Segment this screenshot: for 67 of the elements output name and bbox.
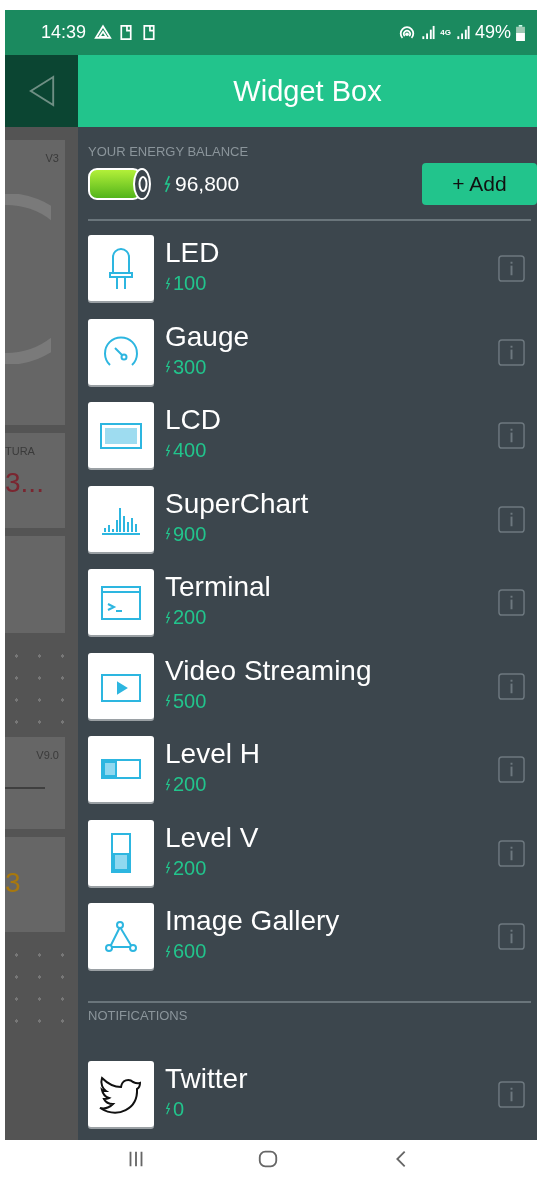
drive-icon — [94, 24, 113, 41]
widget-price: 200 — [173, 772, 207, 796]
battery-percent: 49% — [474, 22, 511, 43]
energy-battery-icon — [88, 167, 152, 201]
signal-icon — [455, 25, 470, 40]
add-energy-button[interactable]: + Add — [422, 163, 537, 205]
widget-name: Gauge — [165, 320, 251, 353]
bolt-icon — [165, 777, 171, 791]
screen-title: Widget Box — [233, 74, 382, 108]
gauge-widget-tile[interactable] — [88, 318, 154, 385]
widget-price: 0 — [173, 1096, 185, 1121]
bolt-icon — [165, 694, 171, 707]
info-icon[interactable] — [498, 923, 525, 950]
bolt-icon — [165, 610, 171, 624]
home-icon[interactable] — [257, 1149, 280, 1169]
info-icon[interactable] — [498, 422, 525, 449]
widget-name: LED — [165, 237, 221, 269]
widget-name: Level V — [165, 821, 260, 854]
bolt-icon — [165, 276, 171, 290]
bolt-icon — [165, 944, 171, 958]
info-icon[interactable] — [498, 589, 525, 616]
info-icon[interactable] — [498, 672, 525, 700]
signal-icon — [421, 25, 436, 40]
status-time: 14:39 — [41, 22, 87, 43]
bolt-icon — [165, 1102, 171, 1115]
network-type: 4G — [440, 28, 451, 37]
bolt-icon — [165, 861, 171, 874]
gallery-widget-tile[interactable] — [88, 903, 154, 969]
info-icon[interactable] — [498, 338, 525, 366]
bolt-icon — [165, 360, 171, 373]
info-icon[interactable] — [498, 1080, 525, 1108]
widget-price: 600 — [173, 939, 207, 963]
info-icon[interactable] — [498, 505, 525, 533]
bolt-icon — [165, 527, 171, 540]
hotspot-icon — [398, 24, 417, 41]
video-widget-tile[interactable] — [88, 652, 154, 719]
energy-balance: 96,800 — [175, 172, 240, 196]
section-label: NOTIFICATIONS — [88, 1006, 189, 1025]
energy-label: YOUR ENERGY BALANCE — [88, 143, 250, 161]
widget-name: SuperChart — [165, 487, 310, 520]
widget-price: 300 — [173, 354, 207, 379]
widget-name: Level H — [165, 738, 261, 770]
twitter-widget-tile[interactable] — [88, 1060, 154, 1127]
widget-price: 900 — [173, 521, 207, 546]
widget-value: 3... — [5, 467, 45, 499]
widget-name: Video Streaming — [165, 654, 373, 687]
widget-name: Terminal — [165, 571, 272, 603]
lcd-widget-tile[interactable] — [88, 402, 154, 468]
widget-price: 400 — [173, 438, 207, 462]
widget-price: 500 — [173, 688, 207, 713]
led-widget-tile[interactable] — [88, 235, 154, 301]
info-icon[interactable] — [498, 839, 525, 867]
widget-price: 200 — [173, 855, 207, 880]
chart-widget-tile[interactable] — [88, 485, 154, 552]
bolt-icon — [165, 443, 171, 457]
widget-name: LCD — [165, 404, 222, 436]
info-icon[interactable] — [498, 756, 525, 783]
widget-name: Twitter — [165, 1062, 249, 1095]
widget-name: Image Gallery — [165, 905, 341, 937]
battery-icon — [516, 24, 525, 41]
terminal-widget-tile[interactable] — [88, 569, 154, 635]
info-icon[interactable] — [498, 255, 525, 282]
widget-price: 200 — [173, 605, 207, 629]
back-icon[interactable] — [27, 75, 56, 107]
widget-value: 3 — [5, 867, 22, 899]
widget-price: 100 — [173, 271, 207, 295]
bolt-icon — [164, 175, 171, 193]
